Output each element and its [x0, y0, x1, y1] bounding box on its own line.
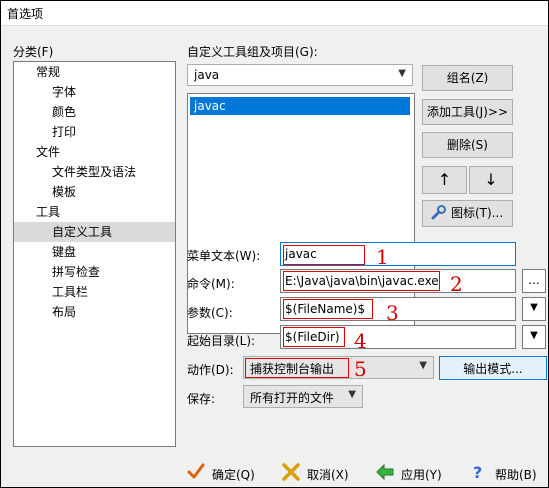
category-item[interactable]: 键盘 [14, 242, 175, 262]
title-bar: 首选项 [1, 1, 548, 26]
init-dir-menu-button[interactable]: ▼ [522, 325, 546, 349]
arrow-left-icon [375, 462, 395, 482]
annotation-box-1 [283, 245, 365, 265]
category-item[interactable]: 拼写检查 [14, 262, 175, 282]
help-label: 帮助(B) [495, 468, 537, 482]
ok-label: 确定(Q) [212, 468, 255, 482]
action-label: 动作(D): [187, 363, 234, 377]
svg-text:?: ? [473, 463, 482, 482]
move-up-button[interactable]: ↑ [422, 166, 467, 194]
category-item[interactable]: 打印 [14, 122, 175, 142]
category-item[interactable]: 布局 [14, 302, 175, 322]
output-mode-button[interactable]: 输出模式... [439, 356, 547, 380]
annotation-number-3: 3 [386, 301, 399, 325]
window-title: 首选项 [7, 7, 44, 21]
annotation-number-2: 2 [450, 272, 463, 296]
category-item[interactable]: 工具栏 [14, 282, 175, 302]
save-select[interactable]: 所有打开的文件 ▼ [243, 385, 363, 408]
apply-label: 应用(Y) [401, 468, 442, 482]
annotation-box-4 [283, 327, 345, 347]
annotation-box-5 [245, 358, 349, 378]
annotation-box-3 [283, 299, 373, 319]
save-label: 保存: [187, 392, 216, 406]
tool-list-item[interactable]: javac [190, 97, 410, 115]
category-item[interactable]: 字体 [14, 82, 175, 102]
tool-group-value: java [194, 68, 220, 82]
annotation-box-2 [283, 271, 440, 291]
menu-text-label: 菜单文本(W): [187, 249, 261, 263]
init-dir-label: 起始目录(L): [187, 334, 256, 348]
icon-button[interactable]: 图标(T)... [422, 200, 513, 227]
annotation-number-1: 1 [376, 245, 389, 269]
move-down-button[interactable]: ↓ [469, 166, 513, 194]
save-value: 所有打开的文件 [250, 391, 335, 405]
category-item[interactable]: 自定义工具 [14, 222, 175, 242]
category-item[interactable]: 文件类型及语法 [14, 162, 175, 182]
cancel-button[interactable]: 取消(X) [281, 462, 356, 486]
cancel-label: 取消(X) [307, 468, 349, 482]
annotation-number-4: 4 [354, 329, 367, 353]
apply-button[interactable]: 应用(Y) [375, 462, 450, 486]
add-tool-button[interactable]: 添加工具(J)>> [422, 99, 513, 125]
chevron-down-icon: ▼ [398, 68, 406, 79]
chevron-down-icon: ▼ [348, 389, 356, 400]
triangle-down-icon: ▼ [530, 302, 538, 313]
triangle-down-icon: ▼ [530, 330, 538, 341]
cross-icon [281, 462, 301, 482]
browse-button[interactable]: ... [522, 269, 546, 293]
category-item[interactable]: 文件 [14, 142, 175, 162]
category-item[interactable]: 常规 [14, 62, 175, 82]
args-label: 参数(C): [187, 306, 233, 320]
command-label: 命令(M): [187, 277, 235, 291]
checkmark-icon [186, 462, 206, 482]
args-menu-button[interactable]: ▼ [522, 297, 546, 321]
category-tree[interactable]: 常规 字体 颜色 打印 文件 文件类型及语法 模板 工具 自定义工具 键盘 拼写检查 工具栏 布局 [13, 61, 176, 447]
category-item[interactable]: 模板 [14, 182, 175, 202]
chevron-down-icon: ▼ [419, 360, 427, 371]
delete-button[interactable]: 删除(S) [422, 132, 513, 158]
icon-button-label: 图标(T)... [451, 206, 504, 220]
preferences-dialog: 首选项 分类(F) 常规 字体 颜色 打印 文件 文件类型及语法 模板 工具 自定义工具 键盘 拼写… [0, 0, 549, 488]
category-item[interactable]: 颜色 [14, 102, 175, 122]
tool-group-label: 自定义工具组及项目(G): [187, 45, 318, 59]
help-icon: ? [469, 462, 489, 482]
ok-button[interactable]: 确定(Q) [186, 462, 266, 486]
group-name-button[interactable]: 组名(Z) [422, 65, 513, 91]
wrench-icon [431, 205, 447, 221]
tool-group-select[interactable]: java ▼ [187, 64, 413, 86]
annotation-number-5: 5 [354, 357, 367, 381]
category-label: 分类(F) [13, 45, 54, 59]
help-button[interactable]: ? 帮助(B) [469, 462, 547, 486]
category-item[interactable]: 工具 [14, 202, 175, 222]
